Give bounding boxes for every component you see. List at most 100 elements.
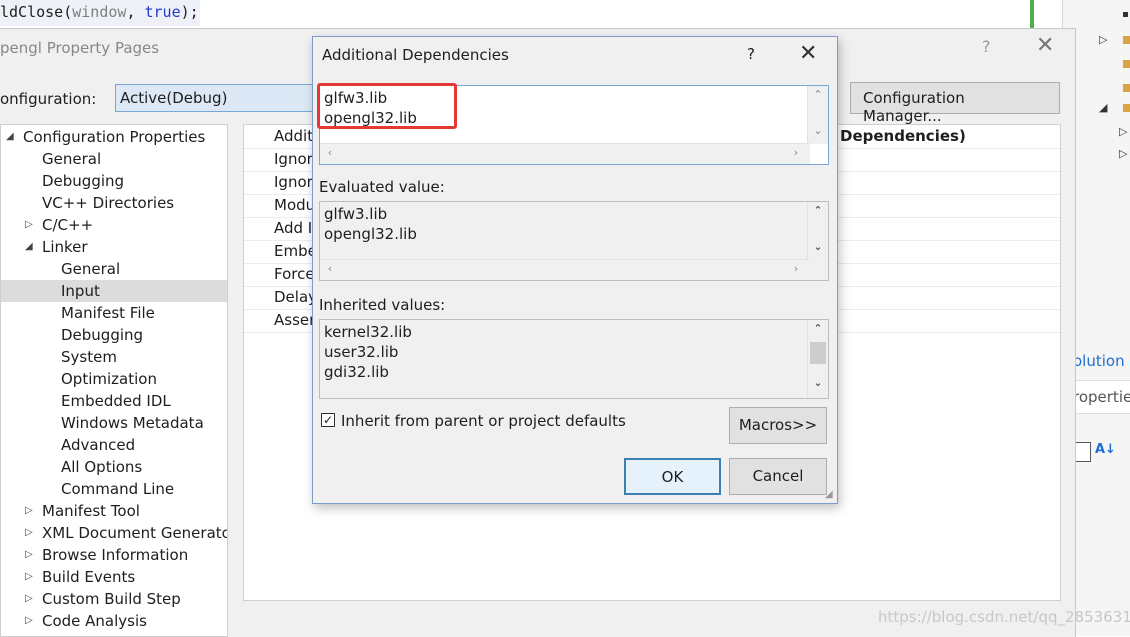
tree-item-label: Browse Information bbox=[42, 546, 189, 564]
change-marker bbox=[1030, 0, 1034, 28]
tree-item[interactable]: Debugging bbox=[1, 324, 227, 346]
scroll-up-icon[interactable]: ⌃ bbox=[808, 204, 828, 217]
expand-arrow-icon[interactable]: ▷ bbox=[25, 588, 33, 610]
tree-item[interactable]: ▷ Browse Information bbox=[1, 544, 227, 566]
code-line[interactable]: ldClose(window, true); bbox=[0, 3, 199, 21]
tree-item-label: Command Line bbox=[61, 480, 175, 498]
property-name: Add I bbox=[274, 219, 313, 237]
tree-item[interactable]: Optimization bbox=[1, 368, 227, 390]
expand-arrow-icon[interactable]: ▷ bbox=[25, 214, 33, 236]
grid-header: Dependencies) bbox=[840, 127, 966, 145]
list-line: opengl32.lib bbox=[324, 225, 417, 243]
evaluated-value-label: Evaluated value: bbox=[319, 178, 445, 196]
cancel-button[interactable]: Cancel bbox=[729, 458, 827, 495]
tree-item[interactable]: ◢ Configuration Properties bbox=[1, 126, 227, 148]
tree-item[interactable]: All Options bbox=[1, 456, 227, 478]
tree-item-label: Advanced bbox=[61, 436, 136, 454]
scroll-up-icon[interactable]: ⌃ bbox=[808, 88, 828, 101]
configuration-label: onfiguration: bbox=[0, 90, 97, 108]
close-icon[interactable]: ✕ bbox=[799, 41, 817, 66]
expand-arrow-icon[interactable]: ▷ bbox=[1119, 125, 1127, 138]
evaluated-value-box[interactable]: ⌃ ⌄ ‹ › glfw3.lib opengl32.lib bbox=[319, 201, 829, 281]
tree-item[interactable]: Command Line bbox=[1, 478, 227, 500]
inherited-values-label: Inherited values: bbox=[319, 296, 446, 314]
tree-item[interactable]: Advanced bbox=[1, 434, 227, 456]
property-name: Modu bbox=[274, 196, 316, 214]
scroll-right-icon[interactable]: › bbox=[786, 146, 806, 159]
tree-item[interactable]: Debugging bbox=[1, 170, 227, 192]
code-suffix: ); bbox=[180, 3, 199, 21]
resize-grip-icon[interactable]: ◢ bbox=[825, 489, 833, 500]
expand-arrow-icon[interactable]: ▷ bbox=[25, 610, 33, 632]
vertical-scrollbar[interactable]: ⌃ ⌄ bbox=[807, 86, 828, 144]
scroll-down-icon[interactable]: ⌄ bbox=[808, 376, 828, 389]
watermark: https://blog.csdn.net/qq_28536319 bbox=[878, 608, 1130, 626]
tree-item-label: System bbox=[61, 348, 117, 366]
tree-item[interactable]: ▷ Manifest Tool bbox=[1, 500, 227, 522]
scroll-left-icon[interactable]: ‹ bbox=[320, 262, 340, 275]
expand-arrow-icon[interactable]: ▷ bbox=[25, 522, 33, 544]
property-name: Force bbox=[274, 265, 315, 283]
expand-arrow-icon[interactable]: ▷ bbox=[25, 566, 33, 588]
scroll-up-icon[interactable]: ⌃ bbox=[808, 322, 828, 335]
expand-arrow-icon[interactable]: ▷ bbox=[25, 544, 33, 566]
scroll-left-icon[interactable]: ‹ bbox=[320, 146, 340, 159]
help-icon[interactable]: ? bbox=[982, 37, 991, 56]
tree-item-label: Optimization bbox=[61, 370, 157, 388]
configuration-manager-button[interactable]: Configuration Manager... bbox=[850, 82, 1060, 125]
tree-item[interactable]: ▷ Custom Build Step bbox=[1, 588, 227, 610]
list-line: gdi32.lib bbox=[324, 363, 389, 381]
inherited-values-box[interactable]: ⌃ ⌄ kernel32.lib user32.lib gdi32.lib bbox=[319, 319, 829, 399]
code-editor-strip: ldClose(window, true); bbox=[0, 0, 1050, 28]
tree-item[interactable]: System bbox=[1, 346, 227, 368]
expand-arrow-icon[interactable]: ▷ bbox=[1099, 33, 1107, 46]
collapse-arrow-icon[interactable]: ◢ bbox=[25, 236, 33, 258]
collapse-arrow-icon[interactable]: ◢ bbox=[6, 126, 14, 148]
scroll-down-icon[interactable]: ⌄ bbox=[808, 240, 828, 253]
inherit-checkbox-label[interactable]: Inherit from parent or project defaults bbox=[341, 412, 626, 430]
tree-item[interactable]: Embedded IDL bbox=[1, 390, 227, 412]
solution-tab[interactable]: olution bbox=[1073, 352, 1125, 370]
cancel-label: Cancel bbox=[752, 467, 804, 485]
tree-item[interactable]: ▷ XML Document Generato bbox=[1, 522, 227, 544]
tree-item[interactable]: Manifest File bbox=[1, 302, 227, 324]
configuration-select[interactable]: Active(Debug) bbox=[115, 84, 335, 112]
tree-item-label: Configuration Properties bbox=[23, 128, 206, 146]
property-name: Ignor bbox=[274, 150, 313, 168]
help-icon[interactable]: ? bbox=[747, 45, 755, 63]
macros-button[interactable]: Macros>> bbox=[729, 407, 827, 444]
tree-item[interactable]: ▷ C/C++ bbox=[1, 214, 227, 236]
tree-item[interactable]: Windows Metadata bbox=[1, 412, 227, 434]
expand-arrow-icon[interactable]: ▷ bbox=[25, 500, 33, 522]
tree-item-label: Debugging bbox=[61, 326, 144, 344]
property-tree[interactable]: ◢ Configuration Properties General Debuggin… bbox=[0, 124, 228, 637]
tree-item[interactable]: General bbox=[1, 258, 227, 280]
ok-button[interactable]: OK bbox=[624, 458, 721, 495]
horizontal-scrollbar[interactable]: ‹ › bbox=[320, 143, 810, 164]
tree-item[interactable]: Input bbox=[1, 280, 227, 302]
folder-icon bbox=[1123, 84, 1130, 92]
close-icon[interactable]: ✕ bbox=[1036, 33, 1054, 58]
tree-item-label: All Options bbox=[61, 458, 143, 476]
scroll-thumb[interactable] bbox=[810, 342, 826, 364]
tree-item-label: Input bbox=[61, 282, 100, 300]
alphabetical-icon[interactable]: A↓ bbox=[1095, 442, 1116, 457]
tree-item[interactable]: ▷ Code Analysis bbox=[1, 610, 227, 632]
expand-arrow-icon[interactable]: ▷ bbox=[1119, 147, 1127, 160]
collapse-arrow-icon[interactable]: ◢ bbox=[1099, 101, 1107, 114]
vertical-scrollbar[interactable]: ⌃ ⌄ bbox=[807, 202, 828, 260]
inherit-checkbox[interactable]: ✓ bbox=[321, 413, 335, 427]
scroll-down-icon[interactable]: ⌄ bbox=[808, 124, 828, 137]
tree-item-label: General bbox=[42, 150, 102, 168]
tree-item[interactable]: General bbox=[1, 148, 227, 170]
vertical-scrollbar[interactable]: ⌃ ⌄ bbox=[807, 320, 828, 398]
tree-item[interactable]: VC++ Directories bbox=[1, 192, 227, 214]
scroll-right-icon[interactable]: › bbox=[786, 262, 806, 275]
tree-item-label: VC++ Directories bbox=[42, 194, 175, 212]
tree-item[interactable]: ▷ Build Events bbox=[1, 566, 227, 588]
window-title: pengl Property Pages bbox=[0, 39, 160, 57]
categorized-icon[interactable] bbox=[1075, 442, 1091, 462]
horizontal-scrollbar[interactable]: ‹ › bbox=[320, 259, 810, 280]
tree-item[interactable]: ◢ Linker bbox=[1, 236, 227, 258]
list-line: glfw3.lib bbox=[324, 205, 388, 223]
